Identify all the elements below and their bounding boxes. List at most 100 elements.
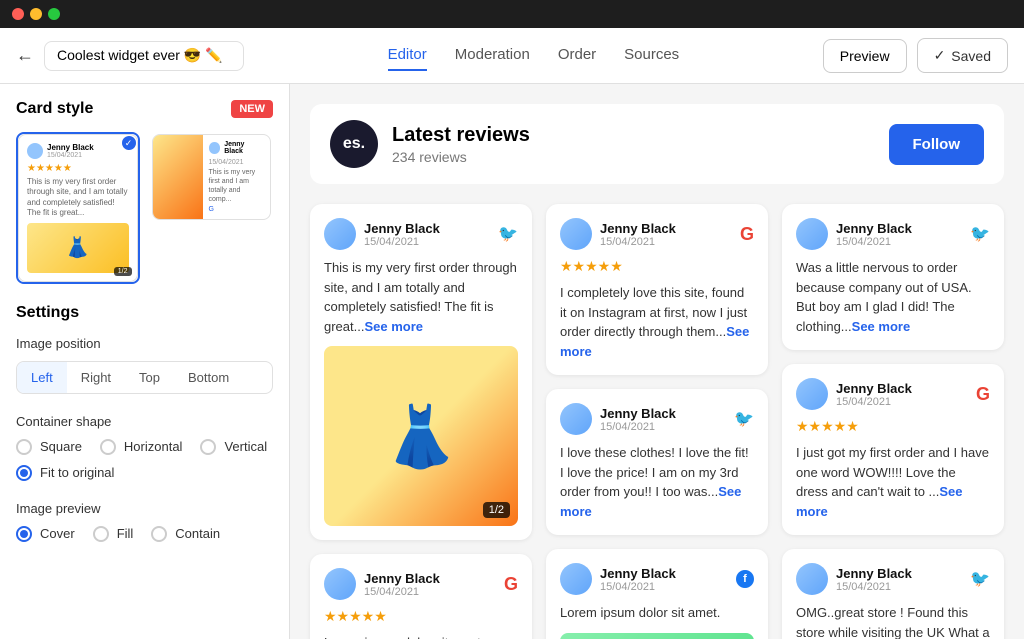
- see-more-link[interactable]: See more: [364, 319, 423, 334]
- back-button[interactable]: ←: [16, 45, 34, 66]
- preview-contain[interactable]: Contain: [151, 526, 220, 542]
- image-badge: 1/2: [483, 502, 510, 518]
- review-card: Jenny Black 15/04/2021 🐦 OMG..great stor…: [782, 549, 1004, 639]
- reviewer-info: Jenny Black 15/04/2021: [560, 403, 676, 435]
- reviewer-name: Jenny Black: [836, 566, 912, 581]
- preview-cover-radio[interactable]: [16, 526, 32, 542]
- preview-button[interactable]: Preview: [823, 39, 907, 73]
- card-preview-2[interactable]: Jenny Black 15/04/2021 This is my very f…: [150, 132, 274, 284]
- shape-square-label: Square: [40, 439, 82, 454]
- reviews-col-1: Jenny Black 15/04/2021 G ★★★★★ I complet…: [546, 204, 768, 639]
- sidebar: Card style NEW Jenny Black 15/04/2021: [0, 84, 290, 639]
- card-preview-1[interactable]: Jenny Black 15/04/2021 ★★★★★ This is my …: [16, 132, 140, 284]
- follow-button[interactable]: Follow: [889, 124, 985, 165]
- review-text: Was a little nervous to order because co…: [796, 258, 990, 336]
- reviewer-name: Jenny Black: [836, 381, 912, 396]
- position-top-btn[interactable]: Top: [125, 362, 174, 393]
- topbar: ← Editor Moderation Order Sources Previe…: [0, 28, 1024, 84]
- shape-fit[interactable]: Fit to original: [16, 465, 273, 481]
- reviewer-info: Jenny Black 15/04/2021: [560, 563, 676, 595]
- dot-red: [12, 8, 24, 20]
- reviewer-date: 15/04/2021: [600, 236, 676, 248]
- twitter-icon: 🐦: [498, 224, 518, 244]
- reviewer-avatar: [560, 218, 592, 250]
- card-preview-selected[interactable]: Jenny Black 15/04/2021 ★★★★★ This is my …: [16, 132, 140, 284]
- reviewer-avatar: [796, 563, 828, 595]
- review-stars: ★★★★★: [324, 608, 518, 625]
- review-card-header: Jenny Black 15/04/2021 G: [796, 378, 990, 410]
- twitter-icon: 🐦: [734, 409, 754, 429]
- reviewer-name: Jenny Black: [836, 221, 912, 236]
- twitter-icon: 🐦: [970, 569, 990, 589]
- nav-order[interactable]: Order: [558, 40, 596, 71]
- reviews-header-left: es. Latest reviews 234 reviews: [330, 120, 530, 168]
- reviewer-avatar: [796, 378, 828, 410]
- reviewer-info: Jenny Black 15/04/2021: [560, 218, 676, 250]
- reviewer-info: Jenny Black 15/04/2021: [324, 218, 440, 250]
- reviewer-name: Jenny Black: [600, 406, 676, 421]
- reviewer-date: 15/04/2021: [836, 396, 912, 408]
- reviews-col-0: Jenny Black 15/04/2021 🐦 This is my very…: [310, 204, 532, 639]
- shape-fit-radio[interactable]: [16, 465, 32, 481]
- review-card-header: Jenny Black 15/04/2021 🐦: [324, 218, 518, 250]
- reviewer-date: 15/04/2021: [364, 236, 440, 248]
- reviewer-avatar: [560, 403, 592, 435]
- nav-editor[interactable]: Editor: [388, 40, 427, 71]
- shape-square[interactable]: Square: [16, 439, 82, 455]
- reviewer-date: 15/04/2021: [600, 581, 676, 593]
- reviewer-date: 15/04/2021: [364, 586, 440, 598]
- review-stars: ★★★★★: [560, 258, 754, 275]
- google-icon: G: [740, 224, 754, 245]
- reviews-col-2: Jenny Black 15/04/2021 🐦 Was a little ne…: [782, 204, 1004, 639]
- see-more-link[interactable]: See more: [560, 484, 741, 519]
- review-text: I completely love this site, found it on…: [560, 283, 754, 361]
- topbar-right: Preview ✓ Saved: [823, 38, 1008, 73]
- position-bottom-btn[interactable]: Bottom: [174, 362, 243, 393]
- position-btn-group: Left Right Top Bottom: [16, 361, 273, 394]
- nav-sources[interactable]: Sources: [624, 40, 679, 71]
- position-left-btn[interactable]: Left: [17, 362, 67, 393]
- shape-horizontal-label: Horizontal: [124, 439, 183, 454]
- content-area: es. Latest reviews 234 reviews Follow: [290, 84, 1024, 639]
- reviews-header: es. Latest reviews 234 reviews Follow: [310, 104, 1004, 184]
- reviewer-name: Jenny Black: [600, 221, 676, 236]
- shape-fit-label: Fit to original: [40, 465, 114, 480]
- reviewer-info: Jenny Black 15/04/2021: [324, 568, 440, 600]
- shape-vertical[interactable]: Vertical: [200, 439, 267, 455]
- container-shape-group: Container shape Square Horizontal Vertic…: [16, 414, 273, 481]
- reviewer-name: Jenny Black: [364, 221, 440, 236]
- brand-logo: es.: [330, 120, 378, 168]
- reviewer-avatar: [560, 563, 592, 595]
- nav-moderation[interactable]: Moderation: [455, 40, 530, 71]
- shape-horizontal[interactable]: Horizontal: [100, 439, 183, 455]
- review-card: Jenny Black 15/04/2021 G ★★★★★ I complet…: [546, 204, 768, 375]
- see-more-link[interactable]: See more: [560, 324, 749, 359]
- widget-title-input[interactable]: [44, 41, 244, 71]
- preview-fill-label: Fill: [117, 526, 134, 541]
- preview-cover[interactable]: Cover: [16, 526, 75, 542]
- review-card-header: Jenny Black 15/04/2021 G: [324, 568, 518, 600]
- review-card-header: Jenny Black 15/04/2021 🐦: [796, 218, 990, 250]
- card-style-header: Card style NEW: [16, 100, 273, 118]
- review-text: I love these clothes! I love the fit! I …: [560, 443, 754, 521]
- review-card: Jenny Black 15/04/2021 G ★★★★★ I just go…: [782, 364, 1004, 535]
- see-more-link[interactable]: See more: [796, 484, 963, 519]
- reviewer-avatar: [324, 218, 356, 250]
- preview-fill-radio[interactable]: [93, 526, 109, 542]
- preview-contain-radio[interactable]: [151, 526, 167, 542]
- settings-title: Settings: [16, 304, 273, 322]
- shape-square-radio[interactable]: [16, 439, 32, 455]
- card-style-title: Card style: [16, 100, 93, 118]
- see-more-link[interactable]: See more: [852, 319, 911, 334]
- check-icon: ✓: [934, 47, 946, 64]
- shape-vertical-label: Vertical: [224, 439, 267, 454]
- saved-button[interactable]: ✓ Saved: [917, 38, 1008, 73]
- review-text: I just got my first order and I have one…: [796, 443, 990, 521]
- main-layout: Card style NEW Jenny Black 15/04/2021: [0, 84, 1024, 639]
- position-right-btn[interactable]: Right: [67, 362, 125, 393]
- shape-vertical-radio[interactable]: [200, 439, 216, 455]
- preview-fill[interactable]: Fill: [93, 526, 134, 542]
- main-nav: Editor Moderation Order Sources: [244, 40, 823, 71]
- shape-horizontal-radio[interactable]: [100, 439, 116, 455]
- google-icon: G: [504, 574, 518, 595]
